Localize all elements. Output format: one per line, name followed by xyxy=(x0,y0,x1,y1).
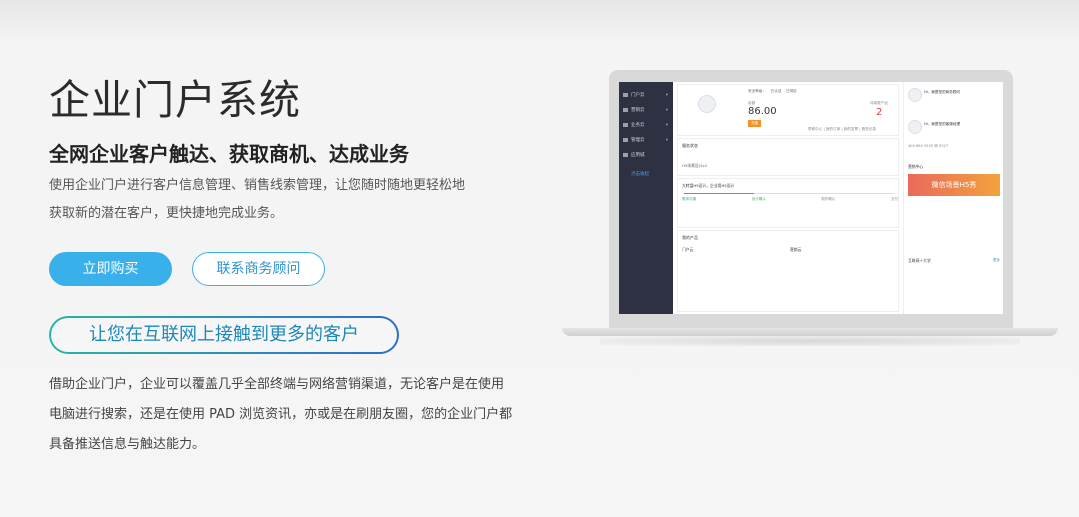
mockup-sidebar-label: 业务云 xyxy=(631,123,645,128)
mockup-links: 帮助中心 | 我的订单 | 我的发票 | 服务记录 xyxy=(808,127,876,131)
intro-line-2: 获取新的潜在客户，更快捷地完成业务。 xyxy=(49,206,284,221)
mockup-verified-label: 已认证 xyxy=(770,89,782,93)
mockup-progress-title: 大转盘H5设计，企业用H5设计 xyxy=(682,183,735,188)
consultant-avatar xyxy=(908,88,922,102)
mockup-sidebar-item: 营销云 ▾ xyxy=(619,103,673,118)
feature-line-3: 具备推送信息与触达能力。 xyxy=(49,437,206,452)
business-icon xyxy=(623,122,628,127)
page-title: 企业门户系统 xyxy=(49,76,301,124)
mockup-marketing-title: 营销中心 xyxy=(908,164,924,169)
mockup-consultant1: Hi，我是您的商务顾问 xyxy=(924,90,961,94)
chevron-down-icon: ▾ xyxy=(665,108,668,113)
mockup-sidebar-item: 业务云 ▾ xyxy=(619,118,673,133)
mockup-sidebar-item: 门户云 ▾ xyxy=(619,88,673,103)
laptop-shadow xyxy=(600,336,1020,346)
mockup-sidebar: 门户云 ▾ 营销云 ▾ 业务云 ▾ 管理云 ▾ 应用城 点击收起 xyxy=(619,82,673,314)
mockup-progress-steps: 需求沟通 设计确认 制作确认 交付 xyxy=(682,197,898,202)
management-icon xyxy=(623,137,628,142)
mockup-consultant2: Hi，我是您的客服经理 xyxy=(924,122,961,126)
mockup-sidebar-label: 应用城 xyxy=(631,153,645,158)
mockup-sidebar-label: 管理云 xyxy=(631,138,645,143)
mockup-product-count-label: 待续费产品 xyxy=(870,101,888,105)
chevron-down-icon: ▾ xyxy=(665,93,668,98)
mockup-recharge-button: 充值 xyxy=(748,120,761,127)
intro-line-1: 使用企业门户进行客户信息管理、销售线索管理，让您随时随地更轻松地 xyxy=(49,178,466,193)
laptop-base xyxy=(562,328,1058,336)
feature-description: 借助企业门户，企业可以覆盖几乎全部终端与网络营销渠道，无论客户是在使用 电脑进行… xyxy=(49,370,554,460)
mockup-account-card: 安全等级： 已认证 已绑定 余额 86.00 充值 待续费产品 2 帮助中心 |… xyxy=(677,84,899,136)
mockup-products-card: 我的产品 门户云 营销云 xyxy=(677,230,899,312)
reach-customers-banner: 让您在互联网上接触到更多的客户 xyxy=(49,316,399,354)
mockup-sidebar-item: 管理云 ▾ xyxy=(619,133,673,148)
mockup-security-label: 安全等级： xyxy=(748,89,766,93)
mockup-main: 安全等级： 已认证 已绑定 余额 86.00 充值 待续费产品 2 帮助中心 |… xyxy=(675,82,901,314)
user-avatar xyxy=(698,95,716,113)
chevron-down-icon: ▾ xyxy=(665,123,668,128)
marketing-icon xyxy=(623,107,628,112)
mockup-products-group: 营销云 xyxy=(790,247,802,252)
mockup-products-group: 门户云 xyxy=(682,247,694,252)
mockup-sidebar-label: 门户云 xyxy=(631,93,645,98)
mockup-phone: 400 860 5555 转 9527 xyxy=(908,144,949,148)
mockup-security-row: 安全等级： 已认证 已绑定 xyxy=(748,89,797,94)
mockup-product-count: 2 xyxy=(876,107,883,118)
laptop-screen: 门户云 ▾ 营销云 ▾ 业务云 ▾ 管理云 ▾ 应用城 点击收起 安全等级： 已认证 已… xyxy=(619,82,1003,314)
mockup-step: 制作确认 xyxy=(821,197,836,201)
reach-customers-label: 让您在互联网上接触到更多的客户 xyxy=(51,318,397,352)
mockup-step: 需求沟通 xyxy=(682,197,696,201)
portal-icon xyxy=(623,92,628,97)
feature-line-1: 借助企业门户，企业可以覆盖几乎全部终端与网络营销渠道，无论客户是在使用 xyxy=(49,377,505,392)
mockup-progress-fill xyxy=(684,193,754,194)
mockup-service-title: 服务状态 xyxy=(682,143,698,148)
chevron-down-icon: ▾ xyxy=(665,138,668,143)
page-subtitle: 全网企业客户触达、获取商机、达成业务 xyxy=(49,142,409,166)
mockup-more-link: 更多 xyxy=(992,258,1000,262)
manager-avatar xyxy=(908,120,922,134)
feature-line-2: 电脑进行搜索，还是在使用 PAD 浏览资讯，亦或是在刷朋友圈，您的企业门户都 xyxy=(49,407,513,422)
laptop-mockup: 门户云 ▾ 营销云 ▾ 业务云 ▾ 管理云 ▾ 应用城 点击收起 安全等级： 已认证 已… xyxy=(609,70,1013,328)
mockup-h5-banner: 微信场景H5秀 xyxy=(908,174,1000,196)
mockup-products-title: 我的产品 xyxy=(682,235,698,240)
contact-consultant-button[interactable]: 联系商务顾问 xyxy=(192,252,325,286)
mockup-step: 设计确认 xyxy=(751,197,766,201)
mockup-step: 交付 xyxy=(890,197,898,201)
mockup-sidebar-item: 应用城 xyxy=(619,148,673,163)
mockup-right-panel: Hi，我是您的商务顾问 Hi，我是您的客服经理 400 860 5555 转 9… xyxy=(903,82,1003,314)
mockup-service-card: 服务状态 H5场景设计x2 xyxy=(677,138,899,176)
intro-description: 使用企业门户进行客户信息管理、销售线索管理，让您随时随地更轻松地 获取新的潜在客… xyxy=(49,172,519,228)
app-store-icon xyxy=(623,152,628,157)
mockup-sidebar-label: 营销云 xyxy=(631,108,645,113)
mockup-university-title: 互联网＋大学 xyxy=(908,258,931,263)
mockup-sidebar-fold: 点击收起 xyxy=(631,172,649,177)
mockup-bound-label: 已绑定 xyxy=(785,89,797,93)
mockup-service-expiring: H5场景设计x2 xyxy=(682,163,708,168)
mockup-balance-value: 86.00 xyxy=(748,106,777,117)
mockup-progress-card: 大转盘H5设计，企业用H5设计 需求沟通 设计确认 制作确认 交付 xyxy=(677,178,899,228)
buy-now-button[interactable]: 立即购买 xyxy=(49,252,172,286)
